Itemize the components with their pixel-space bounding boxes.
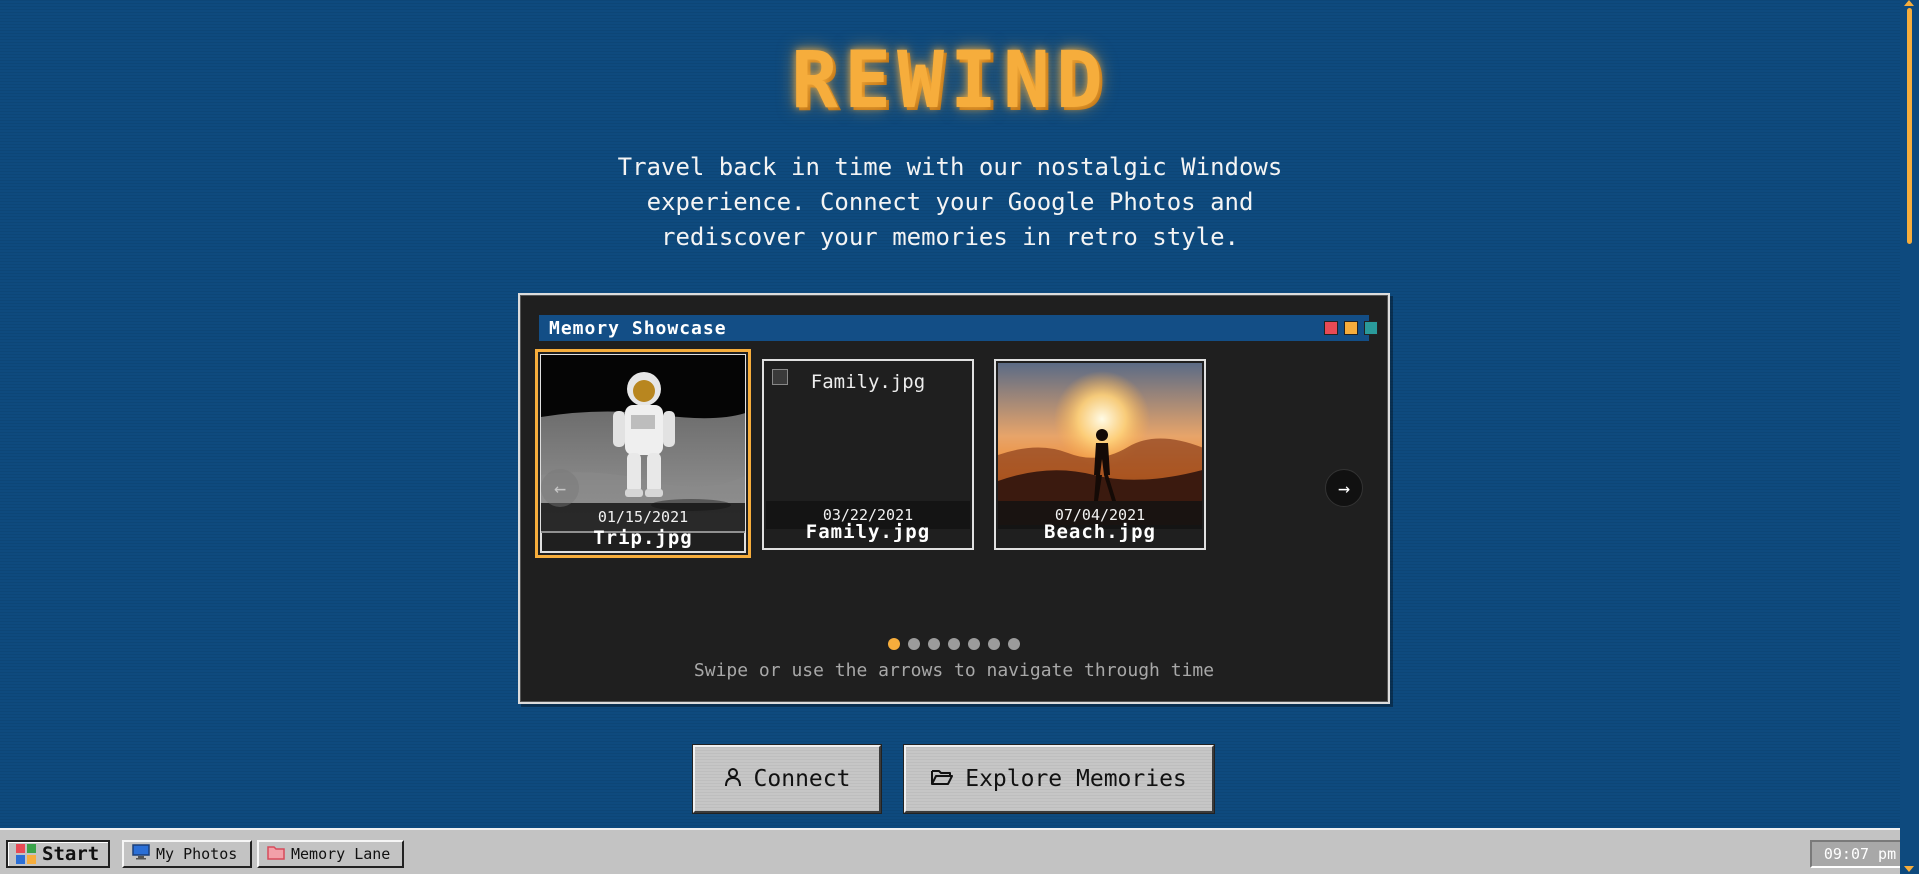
photo-thumbnail-broken: Family.jpg [766, 363, 970, 521]
folder-open-icon [931, 767, 954, 791]
scroll-down-arrow-icon[interactable] [1904, 866, 1914, 872]
window-title: Memory Showcase [549, 318, 727, 339]
taskbar-clock: 09:07 pm [1810, 840, 1910, 868]
carousel-dot[interactable] [928, 638, 940, 650]
taskbar-item-memory-lane[interactable]: Memory Lane [257, 840, 404, 868]
arrow-right-icon: → [1337, 476, 1351, 500]
taskbar-item-my-photos[interactable]: My Photos [122, 840, 252, 868]
carousel-dots [520, 638, 1388, 650]
photo-filename: Beach.jpg [1044, 521, 1156, 543]
taskbar-item-label: My Photos [156, 845, 238, 863]
photo-card-trip[interactable]: 01/15/2021 Trip.jpg [535, 349, 751, 558]
page-scrollbar[interactable] [1900, 0, 1919, 874]
monitor-icon [132, 844, 150, 864]
carousel-dot[interactable] [1008, 638, 1020, 650]
image-alt-text: Family.jpg [810, 371, 926, 393]
start-button[interactable]: Start [6, 840, 110, 868]
carousel-dot[interactable] [968, 638, 980, 650]
arrow-left-icon: ← [553, 476, 567, 500]
photo-filename: Family.jpg [805, 521, 931, 543]
explore-label: Explore Memories [965, 766, 1187, 792]
close-window-button[interactable] [1324, 321, 1338, 335]
carousel-dot[interactable] [948, 638, 960, 650]
taskbar-item-label: Memory Lane [291, 845, 391, 863]
carousel-dot[interactable] [988, 638, 1000, 650]
start-label: Start [42, 843, 100, 865]
maximize-window-button[interactable] [1364, 321, 1378, 335]
hero-title: REWIND [791, 36, 1109, 126]
scroll-up-arrow-icon[interactable] [1904, 0, 1914, 6]
memory-showcase-window: Memory Showcase 01/15/2021 Trip.jpg Fami… [518, 293, 1390, 704]
carousel-dot[interactable] [888, 638, 900, 650]
windows-logo-icon [16, 844, 36, 864]
explore-memories-button[interactable]: Explore Memories [904, 745, 1214, 813]
connect-label: Connect [753, 766, 851, 792]
navigation-hint: Swipe or use the arrows to navigate thro… [693, 660, 1215, 681]
page: REWIND Travel back in time with our nost… [0, 0, 1900, 828]
user-icon [724, 767, 742, 792]
photo-filename: Trip.jpg [593, 527, 693, 549]
window-titlebar: Memory Showcase [539, 315, 1378, 341]
folder-icon [267, 845, 285, 864]
taskbar: Start My Photos Memory Lane 09:07 pm [0, 828, 1919, 874]
connect-button[interactable]: Connect [693, 745, 881, 813]
scrollbar-thumb[interactable] [1907, 8, 1912, 244]
carousel-dot[interactable] [908, 638, 920, 650]
photo-card-beach[interactable]: 07/04/2021 Beach.jpg [994, 359, 1206, 550]
hero-subtitle: Travel back in time with our nostalgic W… [617, 153, 1283, 251]
photo-card-family[interactable]: Family.jpg 03/22/2021 Family.jpg [762, 359, 974, 550]
minimize-window-button[interactable] [1344, 321, 1358, 335]
next-arrow-button[interactable]: → [1325, 469, 1363, 507]
previous-arrow-button[interactable]: ← [541, 469, 579, 507]
